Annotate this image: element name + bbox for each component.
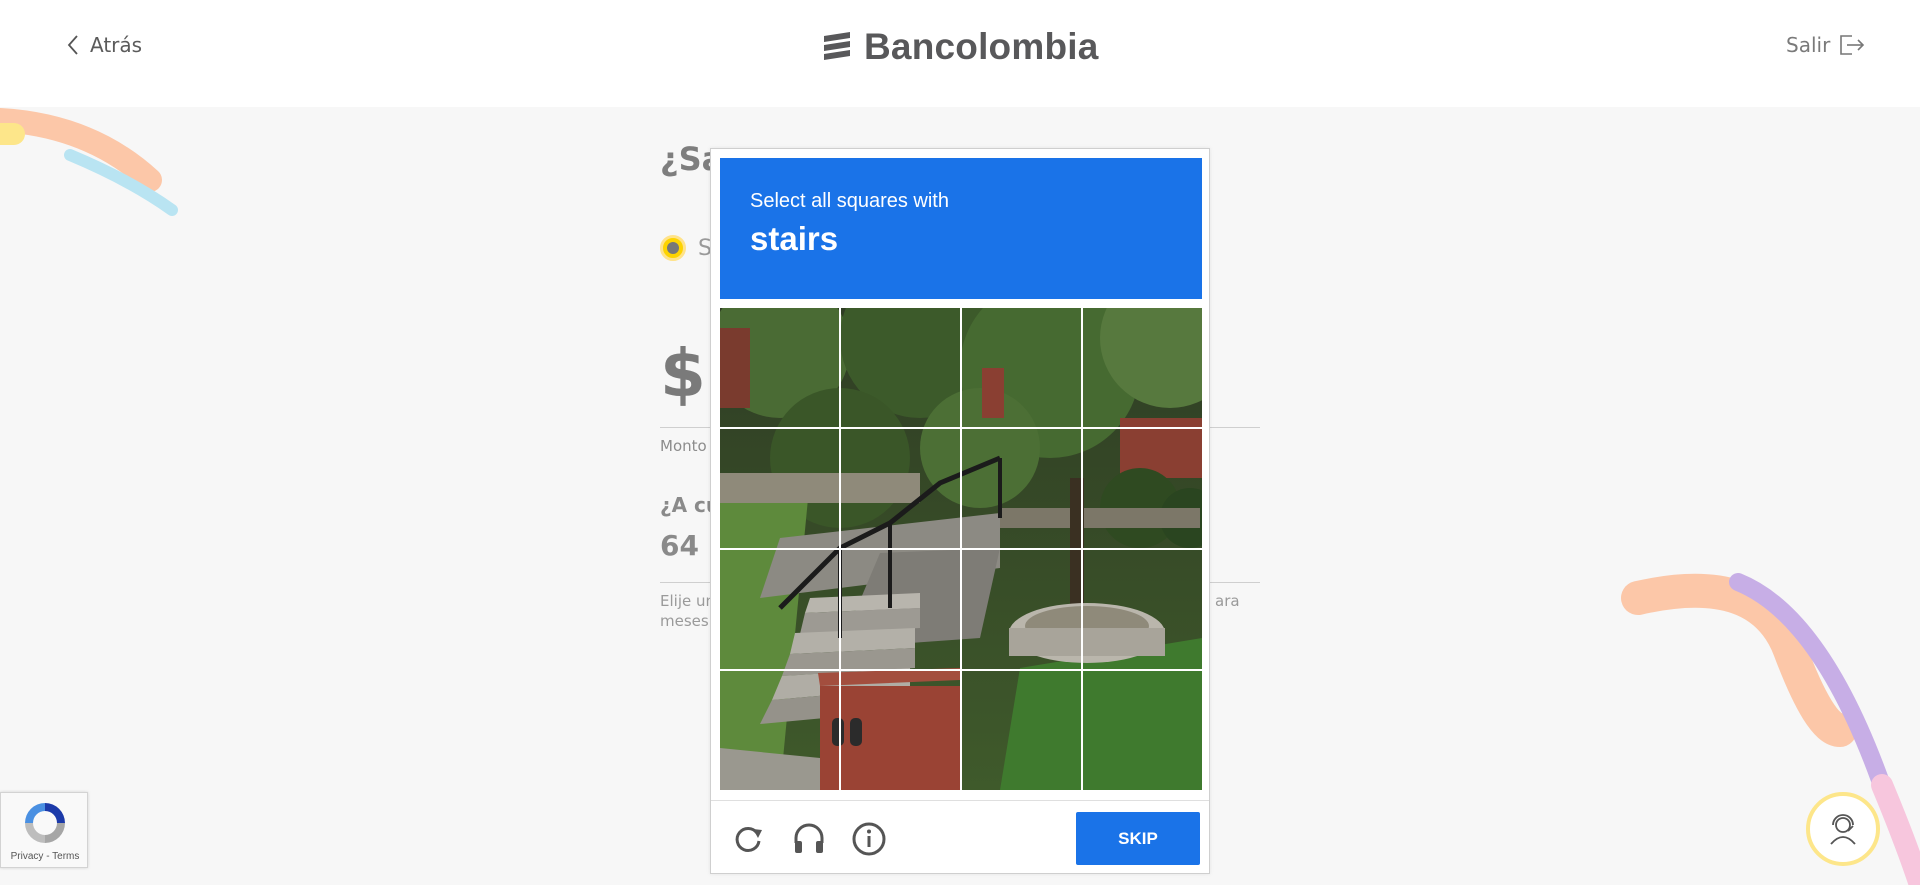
logout-icon bbox=[1840, 35, 1865, 55]
captcha-tile-3[interactable] bbox=[961, 308, 1082, 428]
radio-button[interactable] bbox=[660, 235, 686, 261]
term-input[interactable]: 64 bbox=[660, 529, 699, 562]
captcha-tile-10[interactable] bbox=[840, 549, 961, 670]
captcha-tile-4[interactable] bbox=[1082, 308, 1202, 428]
logout-button[interactable]: Salir bbox=[1786, 33, 1866, 57]
captcha-tile-9[interactable] bbox=[720, 549, 840, 670]
captcha-tile-12[interactable] bbox=[1082, 549, 1202, 670]
captcha-tile-6[interactable] bbox=[840, 428, 961, 549]
captcha-tile-5[interactable] bbox=[720, 428, 840, 549]
captcha-header: Select all squares with stairs bbox=[720, 158, 1202, 299]
skip-button[interactable]: SKIP bbox=[1076, 812, 1200, 865]
term-help-line2: meses bbox=[660, 612, 709, 630]
reload-icon[interactable] bbox=[731, 821, 767, 857]
amount-input[interactable]: $ bbox=[660, 335, 706, 412]
captcha-tile-13[interactable] bbox=[720, 670, 840, 790]
term-help-line1: Elije un bbox=[660, 592, 715, 610]
captcha-tile-15[interactable] bbox=[961, 670, 1082, 790]
support-button[interactable] bbox=[1806, 792, 1880, 866]
captcha-tile-1[interactable] bbox=[720, 308, 840, 428]
brand-name: Bancolombia bbox=[864, 26, 1099, 67]
term-help-right: ara bbox=[1215, 592, 1240, 610]
captcha-target: stairs bbox=[750, 220, 839, 257]
logout-label: Salir bbox=[1786, 33, 1831, 57]
header: Atrás Bancolombia Salir bbox=[0, 0, 1920, 107]
headphones-icon[interactable] bbox=[791, 821, 827, 857]
brand-logo: Bancolombia bbox=[820, 26, 1099, 68]
captcha-tile-2[interactable] bbox=[840, 308, 961, 428]
support-agent-icon bbox=[1830, 814, 1856, 845]
recaptcha-badge[interactable]: Privacy - Terms bbox=[0, 792, 88, 868]
back-label: Atrás bbox=[90, 33, 143, 57]
captcha-tile-7[interactable] bbox=[961, 428, 1082, 549]
captcha-prompt: Select all squares with bbox=[750, 190, 949, 212]
bancolombia-logo-mark bbox=[824, 32, 850, 60]
chevron-left-icon bbox=[67, 35, 78, 55]
recaptcha-logo-icon bbox=[25, 803, 65, 843]
captcha-footer: SKIP bbox=[711, 800, 1209, 874]
back-button[interactable]: Atrás bbox=[66, 33, 142, 57]
captcha-tile-8[interactable] bbox=[1082, 428, 1202, 549]
decorative-curve-left bbox=[0, 108, 178, 216]
info-icon[interactable] bbox=[851, 821, 887, 857]
captcha-tile-14[interactable] bbox=[840, 670, 961, 790]
captcha-tile-16[interactable] bbox=[1082, 670, 1202, 790]
amount-caption: Monto bbox=[660, 437, 707, 455]
captcha-tile-11[interactable] bbox=[961, 549, 1082, 670]
recaptcha-links[interactable]: Privacy - Terms bbox=[1, 851, 89, 862]
captcha-challenge: Select all squares with stairs SKIP bbox=[710, 148, 1210, 874]
captcha-grid bbox=[720, 308, 1202, 790]
